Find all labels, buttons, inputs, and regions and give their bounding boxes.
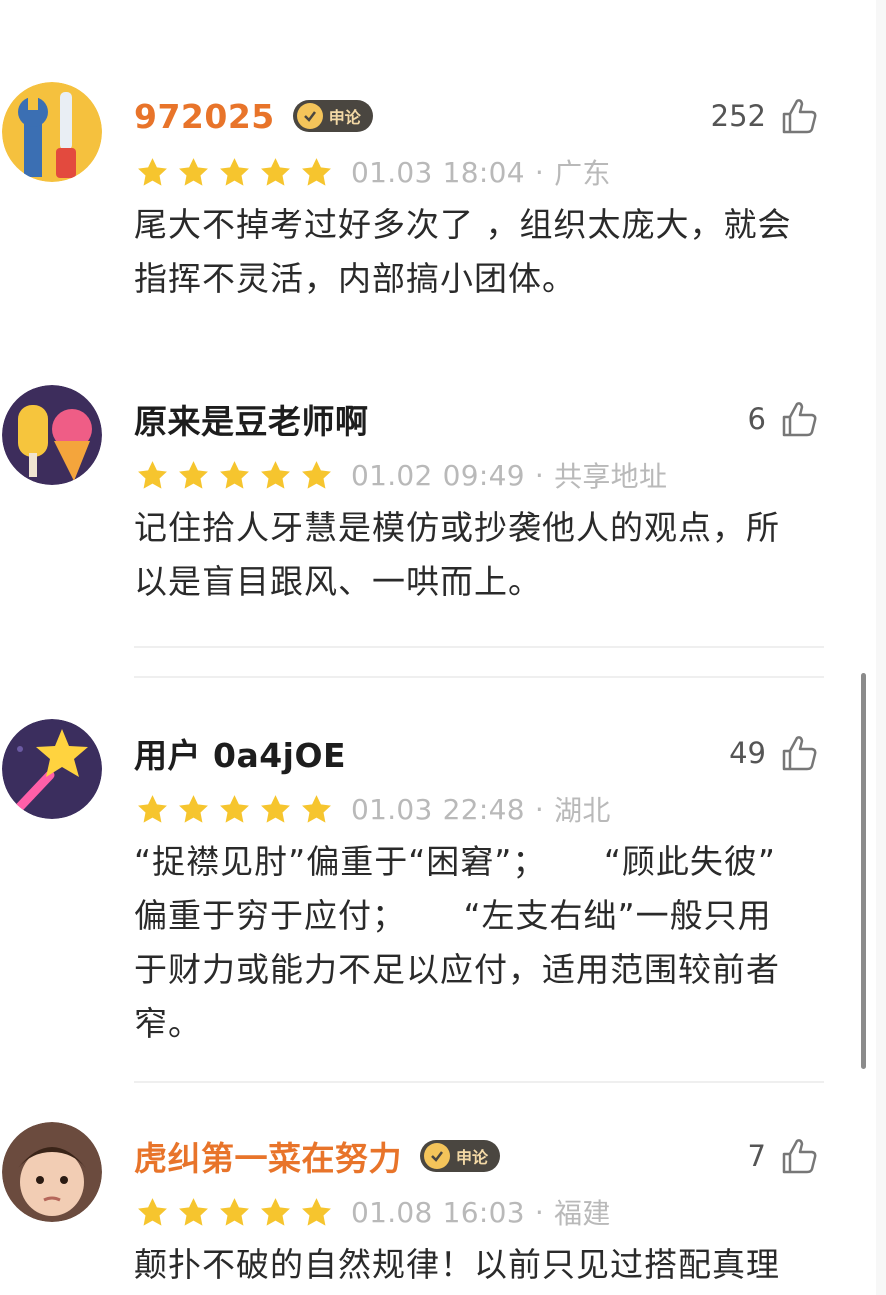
star-icon [220,460,249,489]
username[interactable]: 虎纠第一菜在努力 [134,1132,402,1180]
comment-line: 颠扑不破的自然规律！以前只见过搭配真理 [134,1245,780,1284]
star-icon [179,794,208,823]
comment-feed: 972025 申论 252 01.03 18:04 · 广东 尾大不掉考过好多次… [0,0,886,1295]
star-icon [302,460,331,489]
dot-separator: · [534,1195,545,1229]
avatar[interactable] [2,82,102,182]
badge-label: 申论 [456,1148,489,1167]
rating-stars [136,459,341,492]
comment-location: 福建 [554,1197,611,1230]
comment-text: 记住拾人牙慧是模仿或抄袭他人的观点，所 以是盲目跟风、一哄而上。 [134,501,834,609]
comment-line: 偏重于穷于应付； “左支右绌”一般只用 [134,896,772,935]
star-icon [179,460,208,489]
star-icon [220,157,249,186]
divider [134,646,824,648]
avatar[interactable] [2,1122,102,1222]
comment-line: “捉襟见肘”偏重于“困窘”； “顾此失彼” [134,842,777,881]
shield-check-icon [424,1143,450,1169]
like-button[interactable]: 252 [711,94,818,138]
star-icon [261,157,290,186]
comment-line: 窄。 [134,1004,202,1043]
comment-date: 01.03 [351,155,433,189]
thumbs-up-icon[interactable] [780,734,818,772]
comment-time: 18:04 [442,155,525,189]
star-icon [261,460,290,489]
rating-stars [136,1196,341,1229]
star-icon [138,460,167,489]
comment-date: 01.03 [351,792,433,826]
star-icon [302,794,331,823]
star-icon [138,1197,167,1226]
thumbs-up-icon[interactable] [780,97,818,135]
comment-location: 湖北 [554,794,611,827]
star-icon [138,157,167,186]
scrollbar[interactable] [861,673,866,1069]
username[interactable]: 用户 0a4jOE [134,729,346,777]
like-count: 7 [747,1139,766,1173]
star-icon [302,157,331,186]
comment-time: 09:49 [442,458,525,492]
divider [134,1081,824,1083]
comment-date: 01.02 [351,458,433,492]
comment-line: 指挥不灵活，内部搞小团体。 [134,259,576,298]
like-count: 49 [729,736,766,770]
rating-stars [136,793,341,826]
comment-location: 广东 [554,157,611,190]
comment-text: 尾大不掉考过好多次了 ，组织太庞大，就会 指挥不灵活，内部搞小团体。 [134,198,834,306]
star-icon [220,1197,249,1226]
comment-line: 尾大不掉考过好多次了 ，组织太庞大，就会 [134,205,792,244]
like-count: 6 [747,402,766,436]
dot-separator: · [534,155,545,189]
star-icon [302,1197,331,1226]
dot-separator: · [534,458,545,492]
comment-line: 于财力或能力不足以应付，适用范围较前者 [134,950,780,989]
page-edge [876,0,886,1295]
dot-separator: · [534,792,545,826]
divider [134,676,824,678]
comment-location: 共享地址 [554,460,668,493]
avatar[interactable] [2,385,102,485]
like-button[interactable]: 49 [729,731,818,775]
comment-text: 颠扑不破的自然规律！以前只见过搭配真理 [134,1238,834,1292]
thumbs-up-icon[interactable] [780,400,818,438]
like-button[interactable]: 6 [748,397,818,441]
star-icon [179,157,208,186]
comment-text: “捉襟见肘”偏重于“困窘”； “顾此失彼” 偏重于穷于应付； “左支右绌”一般只… [134,835,834,1051]
avatar[interactable] [2,719,102,819]
star-icon [220,794,249,823]
exam-badge: 申论 [420,1140,501,1172]
username[interactable]: 972025 [134,97,275,136]
badge-label: 申论 [328,108,361,127]
rating-stars [136,156,341,189]
like-button[interactable]: 7 [748,1134,818,1178]
thumbs-up-icon[interactable] [780,1137,818,1175]
comment-date: 01.08 [351,1195,433,1229]
comment-line: 以是盲目跟风、一哄而上。 [134,562,542,601]
star-icon [261,794,290,823]
star-icon [179,1197,208,1226]
exam-badge: 申论 [292,100,373,132]
comment-time: 22:48 [442,792,525,826]
shield-check-icon [296,103,323,129]
star-icon [261,1197,290,1226]
star-icon [138,794,167,823]
comment-time: 16:03 [442,1195,525,1229]
username[interactable]: 原来是豆老师啊 [134,395,369,443]
comment-line: 记住拾人牙慧是模仿或抄袭他人的观点，所 [134,508,780,547]
like-count: 252 [710,99,766,133]
